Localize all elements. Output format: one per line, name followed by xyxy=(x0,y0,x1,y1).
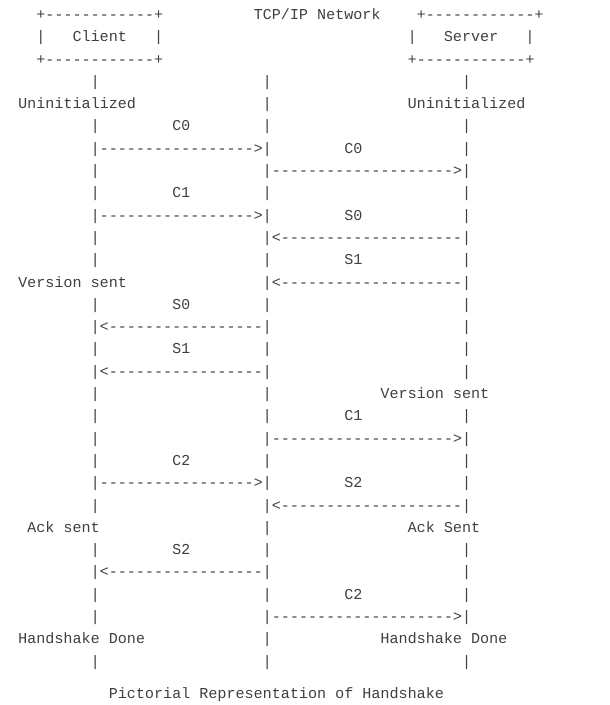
diagram-caption-text: Pictorial Representation of Handshake xyxy=(0,684,444,703)
diagram-caption: Pictorial Representation of Handshake xyxy=(0,673,610,705)
handshake-sequence-ascii-art: +------------+ TCP/IP Network +---------… xyxy=(18,6,544,671)
ascii-handshake-diagram: +------------+ TCP/IP Network +---------… xyxy=(0,0,610,703)
